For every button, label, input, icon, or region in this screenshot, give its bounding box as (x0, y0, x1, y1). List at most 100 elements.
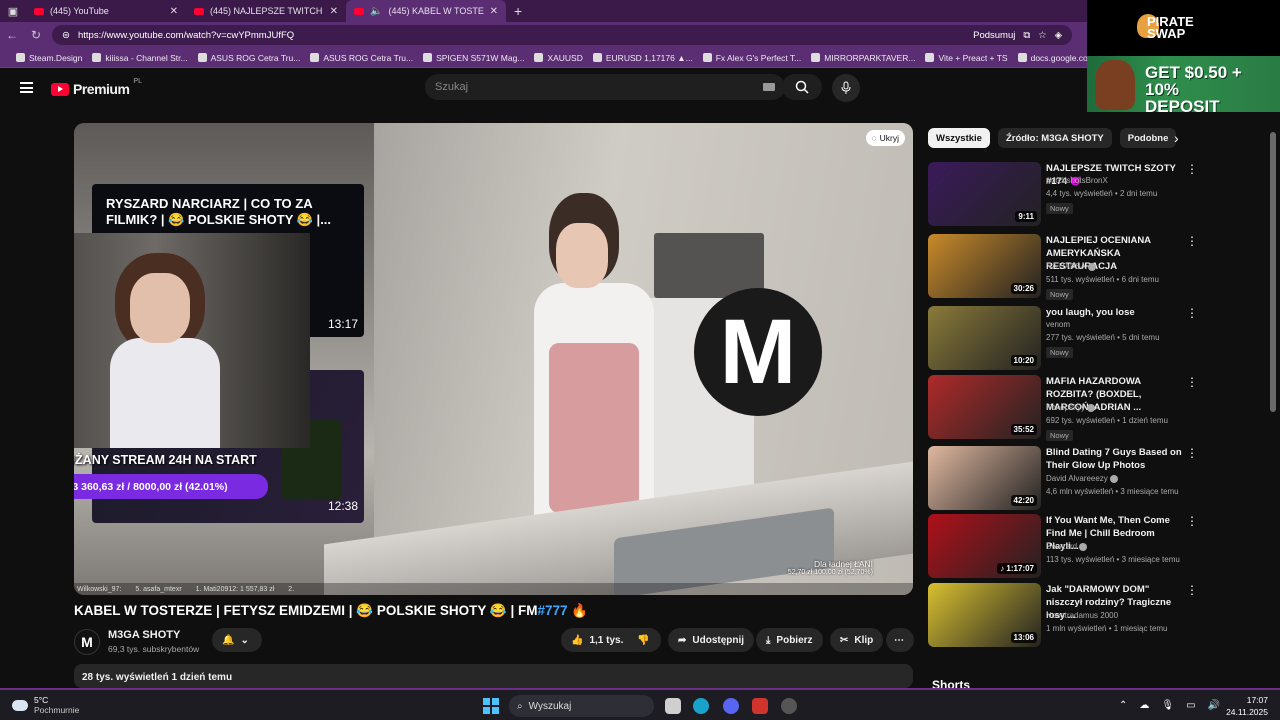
windows-start-icon[interactable] (483, 698, 499, 714)
volume-icon[interactable]: 🔊 (1208, 700, 1220, 711)
close-tab-icon[interactable]: ✕ (330, 6, 338, 17)
hide-overlay-button[interactable]: ◌ Ukryj (865, 130, 905, 146)
recommended-video[interactable]: 30:26 NAJLEPIEJ OCENIANA AMERYKAŃSKA REST… (928, 234, 1198, 300)
onedrive-icon[interactable]: ☁ (1139, 700, 1149, 711)
video-thumbnail[interactable]: 30:26 (928, 234, 1041, 298)
video-thumbnail[interactable]: 10:20 (928, 306, 1041, 370)
recommended-video[interactable]: 35:52 MAFIA HAZARDOWA ROZBITA? (BOXDEL, M… (928, 375, 1198, 441)
more-vertical-icon[interactable]: ⋮ (1186, 163, 1198, 175)
more-vertical-icon[interactable]: ⋮ (1186, 307, 1198, 319)
scrollbar-thumb[interactable] (1270, 132, 1276, 412)
clip-button[interactable]: ✂ Klip (830, 628, 884, 652)
url-field[interactable]: ⊜ https://www.youtube.com/watch?v=cwYPmm… (52, 25, 1072, 45)
close-tab-icon[interactable]: ✕ (490, 6, 498, 17)
task-view-icon[interactable] (665, 698, 681, 714)
favorite-star-icon[interactable]: ☆ (1038, 30, 1047, 41)
edge-icon[interactable] (693, 698, 709, 714)
chevron-up-icon[interactable]: ⌃ (1119, 700, 1127, 711)
channel-name[interactable]: Bewzard (1046, 542, 1088, 551)
share-icon: ➦ (678, 634, 687, 646)
video-meta: 692 tys. wyświetleń • 1 dzień temu (1046, 416, 1168, 425)
chip-all[interactable]: Wszystkie (928, 128, 990, 148)
channel-name[interactable]: twitchshotsBronX (1046, 176, 1108, 185)
bookmark-item[interactable]: kiiissa - Channel Str... (92, 53, 188, 63)
download-button[interactable]: ⤓ Pobierz (756, 628, 823, 652)
steam-icon[interactable] (781, 698, 797, 714)
channel-name[interactable]: Neostradamus 2000 (1046, 611, 1118, 620)
clock[interactable]: 17:07 24.11.2025 (1226, 694, 1268, 718)
video-title[interactable]: Blind Dating 7 Guys Based on Their Glow … (1046, 446, 1186, 472)
network-icon[interactable]: ▭ (1186, 700, 1195, 711)
bookmark-item[interactable]: SPIGEN S571W Mag... (423, 53, 524, 63)
recommended-video[interactable]: 10:20 you laugh, you lose venom 277 tys. wy… (928, 306, 1198, 370)
taskbar-search[interactable]: ⌕ Wyszukaj (509, 695, 654, 717)
channel-name[interactable]: NA HAPSA (1046, 262, 1097, 271)
bookmark-item[interactable]: MIRRORPARKTAVER... (811, 53, 915, 63)
video-thumbnail[interactable]: 13:06 (928, 583, 1041, 647)
recommended-video[interactable]: 13:06 Jak "DARMOWY DOM" niszczył rodziny?… (928, 583, 1198, 647)
bookmark-item[interactable]: Vite + Preact + TS (925, 53, 1008, 63)
bookmark-item[interactable]: Fx Alex G's Perfect T... (702, 53, 801, 63)
video-thumbnail[interactable]: 9:11 (928, 162, 1041, 226)
site-info-icon[interactable]: ⊜ (62, 30, 70, 41)
channel-name[interactable]: David Alvareeezy (1046, 474, 1118, 483)
recommended-video[interactable]: 9:11 NAJLEPSZE TWITCH SZOTY #174 😈 twitchs… (928, 162, 1198, 226)
browser-tab[interactable]: (445) YouTube ✕ (26, 0, 186, 22)
hashtag-link[interactable]: #777 (537, 603, 567, 618)
speaker-icon[interactable]: 🔈 (370, 6, 382, 17)
description-box[interactable]: 28 tys. wyświetleń 1 dzień temu (74, 664, 913, 688)
youtube-logo[interactable]: Premium PL (51, 78, 142, 97)
split-screen-icon[interactable]: ⧉ (1023, 30, 1030, 41)
page-scrollbar[interactable] (1270, 112, 1276, 682)
microphone-icon[interactable]: 🎙 (1161, 700, 1174, 711)
video-thumbnail[interactable]: 42:20 (928, 446, 1041, 510)
more-vertical-icon[interactable]: ⋮ (1186, 584, 1198, 596)
browser-tab-active[interactable]: 🔈 (445) KABEL W TOSTERZE | F ✕ (346, 0, 506, 22)
back-icon[interactable]: ← (0, 28, 24, 42)
chip-related[interactable]: Podobne (1119, 128, 1177, 148)
close-tab-icon[interactable]: ✕ (170, 6, 178, 17)
new-tab-icon[interactable]: + (506, 3, 530, 19)
tab-actions-icon[interactable]: ▣ (0, 0, 26, 22)
bookmark-item[interactable]: ASUS ROG Cetra Tru... (310, 53, 413, 63)
ad-promo-banner[interactable]: GET $0.50 + 10% DEPOSIT (1087, 56, 1280, 112)
search-button[interactable] (782, 74, 822, 100)
keyboard-icon[interactable] (763, 83, 775, 91)
search-input[interactable]: Szukaj (425, 74, 785, 100)
bookmark-item[interactable]: ASUS ROG Cetra Tru... (197, 53, 300, 63)
voice-search-button[interactable] (832, 74, 860, 102)
more-vertical-icon[interactable]: ⋮ (1186, 515, 1198, 527)
video-thumbnail[interactable]: 35:52 (928, 375, 1041, 439)
channel-name[interactable]: venom (1046, 320, 1070, 329)
brave-icon[interactable] (752, 698, 768, 714)
more-vertical-icon[interactable]: ⋮ (1186, 376, 1198, 388)
hamburger-menu-icon[interactable] (20, 82, 33, 93)
bookmark-item[interactable]: Steam.Design (16, 53, 82, 63)
video-duration: 10:20 (1010, 355, 1037, 366)
discord-icon[interactable] (723, 698, 739, 714)
more-vertical-icon[interactable]: ⋮ (1186, 447, 1198, 459)
dislike-button[interactable]: 👎 (628, 628, 661, 652)
chip-source[interactable]: Źródło: M3GA SHOTY (997, 128, 1112, 148)
chevron-right-icon[interactable]: › (1174, 130, 1179, 146)
reload-icon[interactable]: ↻ (24, 28, 48, 42)
recommended-video[interactable]: ♪ 1:17:07 If You Want Me, Then Come Find … (928, 514, 1198, 578)
recommended-video[interactable]: 42:20 Blind Dating 7 Guys Based on Their … (928, 446, 1198, 510)
video-title[interactable]: you laugh, you lose (1046, 306, 1186, 319)
browser-tab[interactable]: (445) NAJLEPSZE TWITCH SZOTY ✕ (186, 0, 346, 22)
more-actions-button[interactable]: ⋯ (886, 628, 914, 652)
video-thumbnail[interactable]: ♪ 1:17:07 (928, 514, 1041, 578)
bookmark-item[interactable]: EURUSD 1,17176 ▲... (592, 53, 693, 63)
advertisement[interactable]: PIRATE SWAP GET $0.50 + 10% DEPOSIT (1087, 0, 1280, 112)
video-player[interactable]: M RYSZARD NARCIARZ | CO TO ZA FILMIK? | … (74, 123, 913, 595)
more-vertical-icon[interactable]: ⋮ (1186, 235, 1198, 247)
share-button[interactable]: ➦ Udostępnij (668, 628, 755, 652)
bookmark-item[interactable]: XAUUSD (534, 53, 583, 63)
channel-avatar[interactable]: M (74, 629, 100, 655)
notifications-button[interactable]: 🔔 ⌄ (212, 628, 262, 652)
summarize-button[interactable]: Podsumuj (973, 30, 1015, 41)
weather-widget[interactable]: 5°C Pochmurnie (12, 695, 79, 715)
copilot-icon[interactable]: ◈ (1055, 30, 1062, 41)
channel-name[interactable]: M3GA SHOTY (108, 629, 180, 641)
channel-name[interactable]: Konopskyy (1046, 403, 1096, 412)
